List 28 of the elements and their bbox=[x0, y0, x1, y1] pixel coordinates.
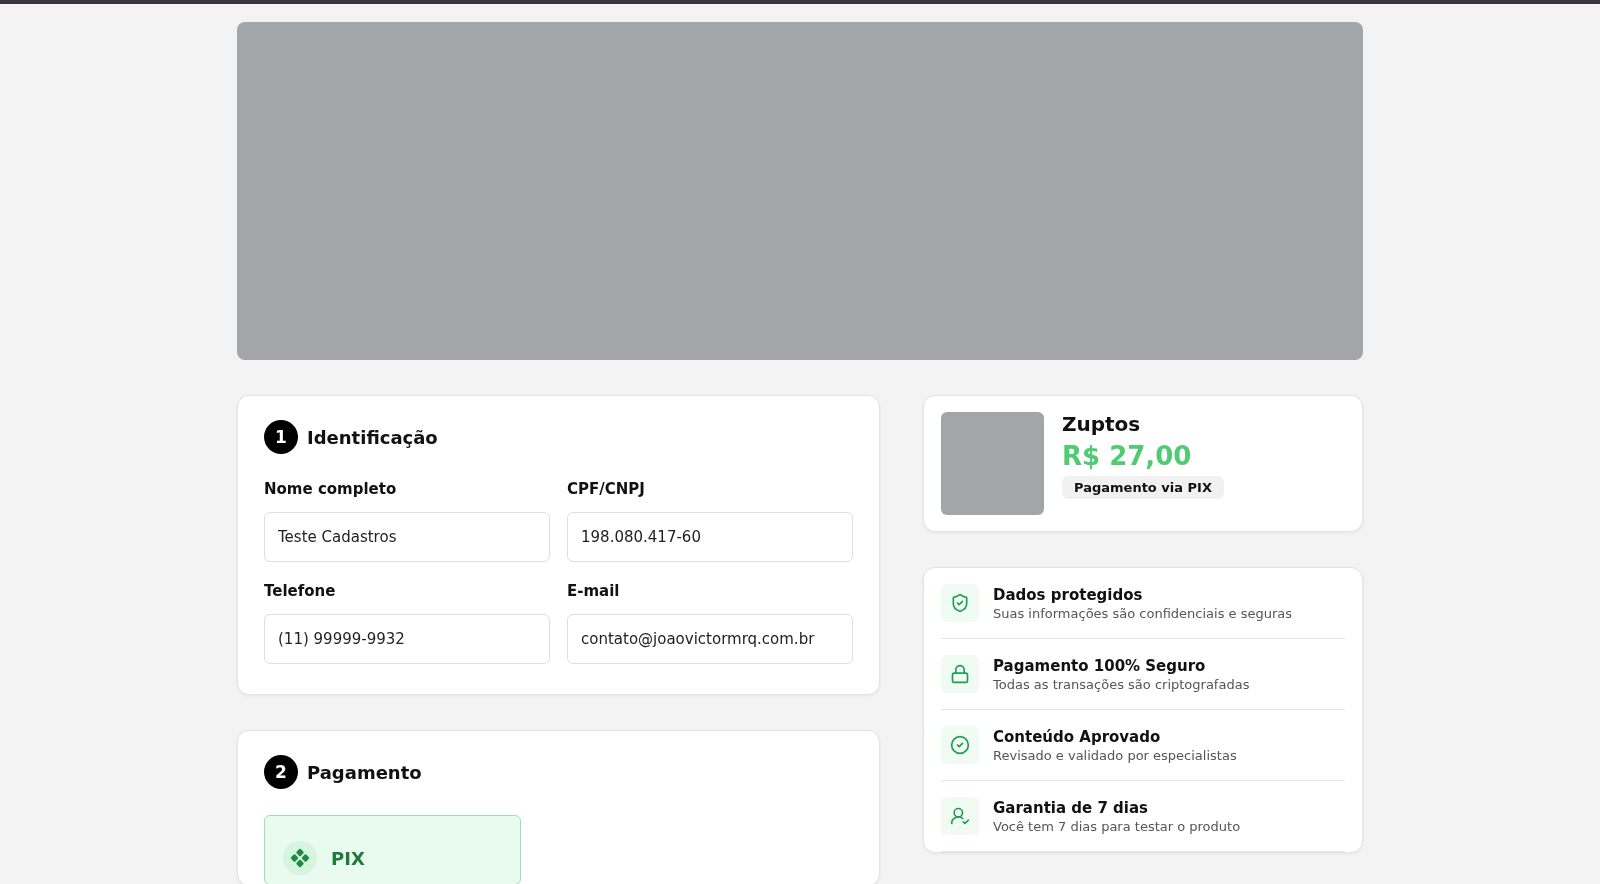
feature-title: Dados protegidos bbox=[993, 585, 1144, 604]
feature-title: Conteúdo Aprovado bbox=[993, 727, 1162, 746]
input-field[interactable]: 198.080.417-60 bbox=[567, 512, 853, 562]
payment-badge: Pagamento via PIX bbox=[1062, 476, 1224, 499]
pix-icon bbox=[283, 841, 317, 875]
step-number: 1 bbox=[264, 420, 298, 454]
user-icon bbox=[941, 797, 979, 835]
field-label: Telefone bbox=[264, 582, 337, 600]
shield-check-icon bbox=[941, 584, 979, 622]
payment-option[interactable]: PIX bbox=[264, 815, 521, 884]
product-price: R$ 27,00 bbox=[1062, 441, 1192, 471]
field-label: E-mail bbox=[567, 582, 621, 600]
feature-description: Todas as transações são criptografadas bbox=[993, 676, 1250, 692]
step-number: 2 bbox=[264, 755, 298, 789]
feature-description: Revisado e validado por especialistas bbox=[993, 747, 1237, 763]
input-field[interactable]: Teste Cadastros bbox=[264, 512, 550, 562]
input-field[interactable]: contato@joaovictormrq.com.br bbox=[567, 614, 853, 664]
input-field[interactable]: (11) 99999-9932 bbox=[264, 614, 550, 664]
feature-description: Você tem 7 dias para testar o produto bbox=[993, 818, 1241, 834]
feature-description: Suas informações são confidenciais e seguras bbox=[993, 605, 1293, 621]
field-label: Nome completo bbox=[264, 480, 398, 498]
section-title: Pagamento bbox=[307, 761, 422, 783]
section-title: Identificação bbox=[307, 426, 438, 448]
lock-icon bbox=[941, 655, 979, 693]
field-label: CPF/CNPJ bbox=[567, 480, 646, 498]
feature-title: Pagamento 100% Seguro bbox=[993, 656, 1207, 675]
product-name: Zuptos bbox=[1062, 412, 1141, 436]
feature-title: Garantia de 7 dias bbox=[993, 798, 1149, 817]
